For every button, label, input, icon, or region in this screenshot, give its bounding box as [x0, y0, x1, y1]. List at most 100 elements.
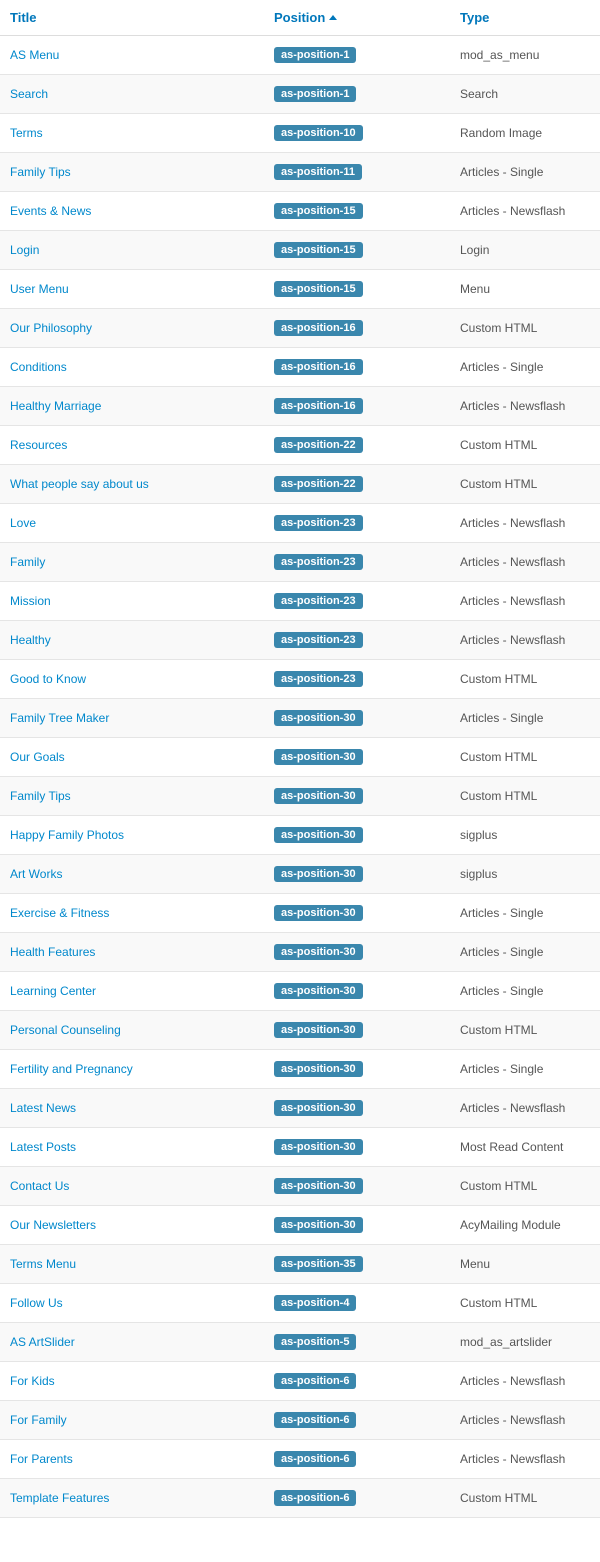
module-title-link[interactable]: For Family	[10, 1413, 67, 1427]
module-title-link[interactable]: Healthy	[10, 633, 51, 647]
module-type: Custom HTML	[450, 1284, 600, 1323]
table-row: For Kidsas-position-6Articles - Newsflas…	[0, 1362, 600, 1401]
module-title-link[interactable]: Contact Us	[10, 1179, 69, 1193]
module-title-link[interactable]: Mission	[10, 594, 51, 608]
position-badge: as-position-23	[274, 515, 363, 531]
module-title-link[interactable]: User Menu	[10, 282, 69, 296]
module-title-link[interactable]: Art Works	[10, 867, 62, 881]
module-title-link[interactable]: Our Goals	[10, 750, 65, 764]
module-type: Articles - Newsflash	[450, 621, 600, 660]
table-row: Our Newslettersas-position-30AcyMailing …	[0, 1206, 600, 1245]
module-title-link[interactable]: AS ArtSlider	[10, 1335, 75, 1349]
module-title-link[interactable]: For Parents	[10, 1452, 73, 1466]
module-type: mod_as_artslider	[450, 1323, 600, 1362]
table-row: Template Featuresas-position-6Custom HTM…	[0, 1479, 600, 1518]
position-badge: as-position-15	[274, 203, 363, 219]
table-row: Our Philosophyas-position-16Custom HTML	[0, 309, 600, 348]
sort-position: Position	[274, 10, 337, 25]
module-type: Custom HTML	[450, 465, 600, 504]
module-title-link[interactable]: Login	[10, 243, 39, 257]
module-title-link[interactable]: Template Features	[10, 1491, 109, 1505]
position-badge: as-position-16	[274, 359, 363, 375]
module-title-link[interactable]: What people say about us	[10, 477, 149, 491]
position-badge: as-position-30	[274, 827, 363, 843]
table-header-row: Title Position Type	[0, 0, 600, 36]
module-title-link[interactable]: Healthy Marriage	[10, 399, 101, 413]
module-title-link[interactable]: For Kids	[10, 1374, 55, 1388]
header-title[interactable]: Title	[0, 0, 264, 36]
module-type: Articles - Newsflash	[450, 1440, 600, 1479]
sort-type: Type	[460, 10, 489, 25]
table-row: For Familyas-position-6Articles - Newsfl…	[0, 1401, 600, 1440]
position-badge: as-position-23	[274, 593, 363, 609]
module-type: Articles - Newsflash	[450, 1362, 600, 1401]
table-row: Events & Newsas-position-15Articles - Ne…	[0, 192, 600, 231]
module-title-link[interactable]: Happy Family Photos	[10, 828, 124, 842]
module-title-link[interactable]: Events & News	[10, 204, 91, 218]
module-title-link[interactable]: Family Tree Maker	[10, 711, 109, 725]
module-type: Login	[450, 231, 600, 270]
position-badge: as-position-30	[274, 1022, 363, 1038]
module-title-link[interactable]: Learning Center	[10, 984, 96, 998]
module-type: Articles - Newsflash	[450, 387, 600, 426]
module-type: Articles - Newsflash	[450, 543, 600, 582]
position-badge: as-position-15	[274, 281, 363, 297]
position-badge: as-position-30	[274, 1100, 363, 1116]
position-badge: as-position-4	[274, 1295, 356, 1311]
table-row: Fertility and Pregnancyas-position-30Art…	[0, 1050, 600, 1089]
module-type: Menu	[450, 1245, 600, 1284]
module-title-link[interactable]: Family Tips	[10, 789, 71, 803]
header-position[interactable]: Position	[264, 0, 450, 36]
module-title-link[interactable]: Search	[10, 87, 48, 101]
module-title-link[interactable]: Exercise & Fitness	[10, 906, 109, 920]
module-title-link[interactable]: Family Tips	[10, 165, 71, 179]
table-row: Art Worksas-position-30sigplus	[0, 855, 600, 894]
table-row: Missionas-position-23Articles - Newsflas…	[0, 582, 600, 621]
module-title-link[interactable]: Terms	[10, 126, 43, 140]
module-title-link[interactable]: Follow Us	[10, 1296, 63, 1310]
module-type: Custom HTML	[450, 1479, 600, 1518]
table-row: Termsas-position-10Random Image	[0, 114, 600, 153]
module-type: Custom HTML	[450, 426, 600, 465]
header-position-label: Position	[274, 10, 325, 25]
module-title-link[interactable]: Latest Posts	[10, 1140, 76, 1154]
table-row: For Parentsas-position-6Articles - Newsf…	[0, 1440, 600, 1479]
module-type: Articles - Single	[450, 348, 600, 387]
table-row: Familyas-position-23Articles - Newsflash	[0, 543, 600, 582]
table-row: Conditions as-position-16 Articles - Singl…	[0, 348, 600, 387]
module-title-link[interactable]: Resources	[10, 438, 67, 452]
table-row: Healthy Marriage as-position-16 Articles -…	[0, 387, 600, 426]
table-row: Learning Centeras-position-30Articles - …	[0, 972, 600, 1011]
module-title-link[interactable]: Family	[10, 555, 45, 569]
table-row: Loginas-position-15Login	[0, 231, 600, 270]
module-type: Articles - Single	[450, 153, 600, 192]
module-type: Random Image	[450, 114, 600, 153]
table-row: Latest Postsas-position-30Most Read Cont…	[0, 1128, 600, 1167]
module-type: Most Read Content	[450, 1128, 600, 1167]
header-type[interactable]: Type	[450, 0, 600, 36]
module-title-link[interactable]: Personal Counseling	[10, 1023, 121, 1037]
module-type: Articles - Single	[450, 933, 600, 972]
module-title-link[interactable]: Latest News	[10, 1101, 76, 1115]
table-row: Family Tipsas-position-30Custom HTML	[0, 777, 600, 816]
module-type: Search	[450, 75, 600, 114]
table-row: Follow Us as-position-4 Custom HTML	[0, 1284, 600, 1323]
module-title-link[interactable]: Love	[10, 516, 36, 530]
module-title-link[interactable]: Health Features	[10, 945, 95, 959]
position-badge: as-position-23	[274, 632, 363, 648]
module-type: mod_as_menu	[450, 36, 600, 75]
module-type: Custom HTML	[450, 1167, 600, 1206]
module-title-link[interactable]: Fertility and Pregnancy	[10, 1062, 133, 1076]
module-title-link[interactable]: AS Menu	[10, 48, 59, 62]
module-title-link[interactable]: Terms Menu	[10, 1257, 76, 1271]
position-badge: as-position-1	[274, 86, 356, 102]
position-badge: as-position-16	[274, 398, 363, 414]
position-badge: as-position-30	[274, 1217, 363, 1233]
module-title-link[interactable]: Our Newsletters	[10, 1218, 96, 1232]
module-title-link[interactable]: Good to Know	[10, 672, 86, 686]
table-row: Good to Knowas-position-23Custom HTML	[0, 660, 600, 699]
position-badge: as-position-30	[274, 905, 363, 921]
table-row: AS Menuas-position-1mod_as_menu	[0, 36, 600, 75]
module-title-link[interactable]: Conditions	[10, 360, 67, 374]
module-title-link[interactable]: Our Philosophy	[10, 321, 92, 335]
